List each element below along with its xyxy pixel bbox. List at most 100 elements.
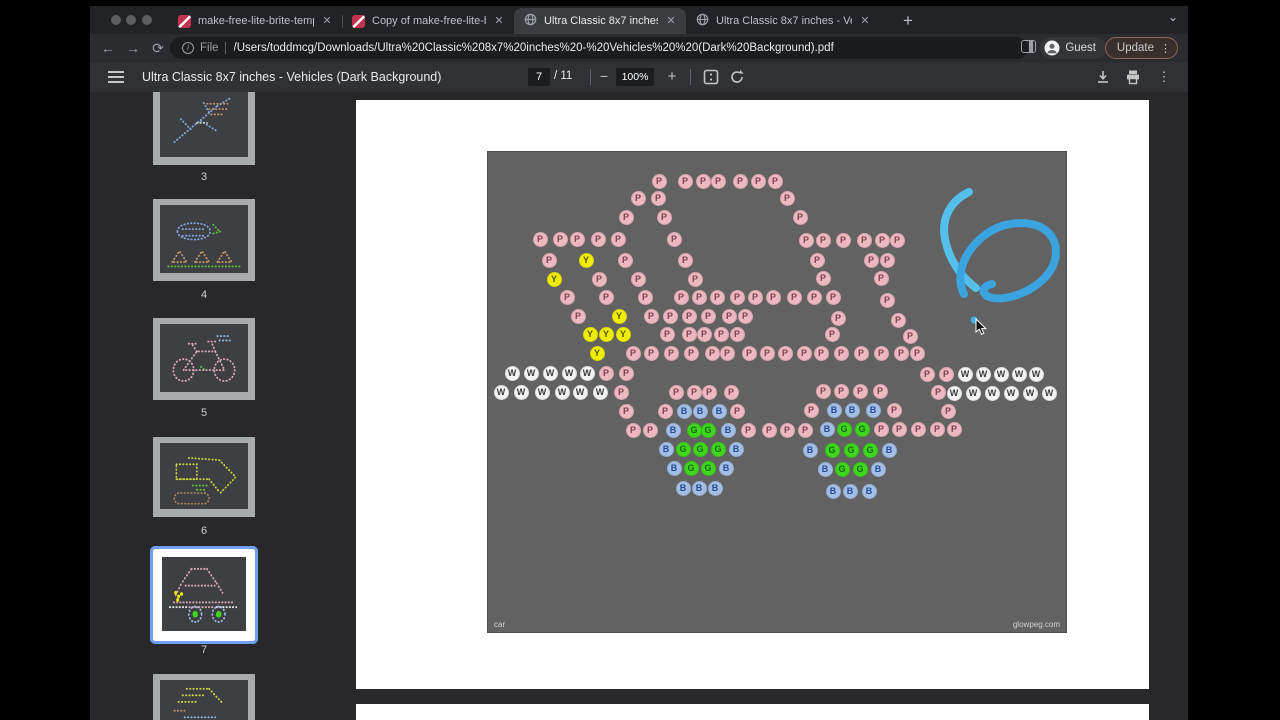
peg-b: B bbox=[712, 404, 727, 419]
peg-p: P bbox=[651, 191, 666, 206]
pdf-toolbar: Ultra Classic 8x7 inches - Vehicles (Dar… bbox=[90, 62, 1188, 92]
peg-p: P bbox=[738, 309, 753, 324]
divider bbox=[590, 69, 591, 85]
side-panel-icon[interactable] bbox=[1021, 40, 1036, 53]
thumbnail-image bbox=[160, 324, 248, 392]
tab-search-chevron-icon[interactable]: ⌄ bbox=[1168, 10, 1178, 24]
peg-y: Y bbox=[583, 327, 598, 342]
peg-p: P bbox=[730, 327, 745, 342]
peg-p: P bbox=[780, 423, 795, 438]
peg-p: P bbox=[663, 309, 678, 324]
rotate-icon[interactable] bbox=[729, 69, 745, 85]
page-thumbnail-7[interactable] bbox=[153, 549, 255, 641]
peg-p: P bbox=[542, 253, 557, 268]
peg-g: G bbox=[825, 443, 840, 458]
peg-p: P bbox=[920, 367, 935, 382]
peg-p: P bbox=[941, 404, 956, 419]
peg-p: P bbox=[687, 385, 702, 400]
peg-b: B bbox=[677, 404, 692, 419]
page-thumbnail-3[interactable] bbox=[153, 92, 255, 165]
address-bar[interactable]: i File /Users/toddmcg/Downloads/Ultra%20… bbox=[170, 37, 1028, 59]
new-tab-button[interactable]: + bbox=[896, 9, 920, 33]
peg-p: P bbox=[592, 272, 607, 287]
peg-p: P bbox=[825, 327, 840, 342]
tab-label: Copy of make-free-lite-brite-te bbox=[372, 15, 486, 27]
peg-p: P bbox=[652, 174, 667, 189]
peg-p: P bbox=[834, 384, 849, 399]
peg-p: P bbox=[741, 423, 756, 438]
peg-p: P bbox=[751, 174, 766, 189]
divider bbox=[690, 69, 691, 85]
peg-p: P bbox=[724, 385, 739, 400]
peg-w: W bbox=[1012, 367, 1027, 382]
menu-icon[interactable] bbox=[108, 71, 124, 83]
update-button[interactable]: Update ⋮ bbox=[1105, 37, 1178, 59]
peg-p: P bbox=[780, 191, 795, 206]
peg-p: P bbox=[711, 174, 726, 189]
forward-button[interactable]: → bbox=[123, 38, 143, 58]
tab-close-icon[interactable]: ✕ bbox=[858, 14, 872, 28]
tab-2[interactable]: Copy of make-free-lite-brite-te ✕ bbox=[342, 8, 514, 34]
tab-1[interactable]: make-free-lite-brite-template✕ bbox=[168, 8, 342, 34]
peg-w: W bbox=[535, 385, 550, 400]
back-button[interactable]: ← bbox=[98, 38, 118, 58]
peg-p: P bbox=[618, 253, 633, 268]
zoom-level[interactable]: 100% bbox=[616, 68, 654, 86]
page-thumbnail-4[interactable] bbox=[153, 199, 255, 281]
pdf-more-options-icon[interactable]: ⋮ bbox=[1154, 67, 1174, 87]
fit-to-page-icon[interactable] bbox=[703, 69, 719, 85]
tab-4[interactable]: Ultra Classic 8x7 inches - Vehi✕ bbox=[686, 8, 880, 34]
peg-p: P bbox=[798, 423, 813, 438]
peg-p: P bbox=[799, 233, 814, 248]
peg-p: P bbox=[705, 346, 720, 361]
page-thumbnail-8[interactable] bbox=[153, 674, 255, 720]
peg-b: B bbox=[666, 423, 681, 438]
window-close-button[interactable] bbox=[111, 15, 121, 25]
peg-b: B bbox=[721, 423, 736, 438]
window-minimize-button[interactable] bbox=[126, 15, 136, 25]
thumbnail-image bbox=[160, 443, 248, 509]
peg-b: B bbox=[693, 404, 708, 419]
peg-w: W bbox=[985, 386, 1000, 401]
zoom-in-button[interactable]: + bbox=[662, 67, 682, 87]
tab-close-icon[interactable]: ✕ bbox=[492, 14, 506, 28]
page-thumbnail-5[interactable] bbox=[153, 318, 255, 400]
peg-p: P bbox=[631, 191, 646, 206]
peg-b: B bbox=[827, 403, 842, 418]
peg-p: P bbox=[864, 253, 879, 268]
download-icon[interactable] bbox=[1095, 69, 1111, 85]
peg-p: P bbox=[814, 346, 829, 361]
tab-close-icon[interactable]: ✕ bbox=[664, 14, 678, 28]
peg-p: P bbox=[910, 346, 925, 361]
peg-p: P bbox=[874, 422, 889, 437]
window-zoom-button[interactable] bbox=[142, 15, 152, 25]
print-icon[interactable] bbox=[1125, 69, 1141, 85]
peg-w: W bbox=[494, 385, 509, 400]
peg-p: P bbox=[599, 290, 614, 305]
peg-p: P bbox=[682, 309, 697, 324]
reload-button[interactable]: ⟳ bbox=[148, 38, 168, 58]
peg-p: P bbox=[894, 346, 909, 361]
tab-3[interactable]: Ultra Classic 8x7 inches - Vehi ✕ bbox=[514, 8, 686, 34]
profile-button[interactable]: Guest bbox=[1040, 37, 1106, 59]
tab-close-icon[interactable]: ✕ bbox=[320, 14, 334, 28]
peg-p: P bbox=[730, 290, 745, 305]
peg-p: P bbox=[787, 290, 802, 305]
pdf-viewer: 34567 PPPPPPPPPPPPPPPPPPPPPPPPPPYPPPPPYP… bbox=[90, 92, 1188, 720]
page-thumbnail-6[interactable] bbox=[153, 437, 255, 517]
peg-p: P bbox=[591, 232, 606, 247]
peg-p: P bbox=[880, 293, 895, 308]
zoom-out-button[interactable]: − bbox=[594, 67, 614, 87]
peg-p: P bbox=[658, 404, 673, 419]
page-number-input[interactable]: 7 bbox=[528, 68, 550, 86]
peg-b: B bbox=[729, 442, 744, 457]
document-title: Ultra Classic 8x7 inches - Vehicles (Dar… bbox=[142, 70, 441, 84]
tab-label: Ultra Classic 8x7 inches - Vehi bbox=[544, 15, 658, 27]
peg-p: P bbox=[644, 309, 659, 324]
avatar-icon bbox=[1044, 40, 1060, 56]
peg-p: P bbox=[664, 346, 679, 361]
peg-p: P bbox=[762, 423, 777, 438]
peg-b: B bbox=[845, 403, 860, 418]
peg-p: P bbox=[874, 346, 889, 361]
page-info-icon[interactable]: i bbox=[182, 42, 194, 54]
